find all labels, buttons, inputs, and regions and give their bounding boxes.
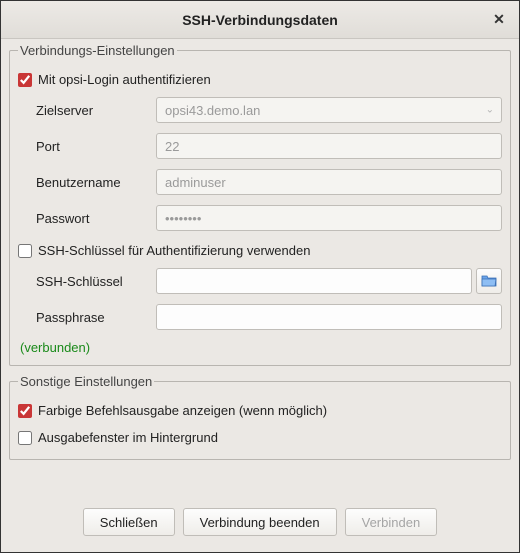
spacer	[9, 468, 511, 502]
password-row: Passwort	[18, 205, 502, 231]
target-server-label: Zielserver	[36, 103, 156, 118]
colored-output-row: Farbige Befehlsausgabe anzeigen (wenn mö…	[18, 403, 502, 418]
connect-button[interactable]: Verbinden	[345, 508, 438, 536]
window-title: SSH-Verbindungsdaten	[182, 12, 338, 28]
port-row: Port	[18, 133, 502, 159]
use-sshkey-row: SSH-Schlüssel für Authentifizierung verw…	[18, 243, 502, 258]
other-settings-group: Sonstige Einstellungen Farbige Befehlsau…	[9, 374, 511, 460]
passphrase-input[interactable]	[156, 304, 502, 330]
other-settings-legend: Sonstige Einstellungen	[18, 374, 154, 389]
sshkey-label: SSH-Schlüssel	[36, 274, 156, 289]
sshkey-input[interactable]	[156, 268, 472, 294]
colored-output-checkbox[interactable]	[18, 404, 32, 418]
opsi-login-label[interactable]: Mit opsi-Login authentifizieren	[38, 72, 211, 87]
close-button[interactable]: Schließen	[83, 508, 175, 536]
close-icon[interactable]: ✕	[489, 10, 509, 30]
dialog-window: SSH-Verbindungsdaten ✕ Verbindungs-Einst…	[0, 0, 520, 553]
passphrase-row: Passphrase	[18, 304, 502, 330]
opsi-login-row: Mit opsi-Login authentifizieren	[18, 72, 502, 87]
background-output-row: Ausgabefenster im Hintergrund	[18, 430, 502, 445]
target-server-select[interactable]: ⌄	[156, 97, 502, 123]
use-sshkey-label[interactable]: SSH-Schlüssel für Authentifizierung verw…	[38, 243, 310, 258]
port-label: Port	[36, 139, 156, 154]
username-row: Benutzername	[18, 169, 502, 195]
connection-status: (verbunden)	[20, 340, 502, 355]
target-server-row: Zielserver ⌄	[18, 97, 502, 123]
connection-settings-group: Verbindungs-Einstellungen Mit opsi-Login…	[9, 43, 511, 366]
colored-output-label[interactable]: Farbige Befehlsausgabe anzeigen (wenn mö…	[38, 403, 327, 418]
titlebar: SSH-Verbindungsdaten ✕	[1, 1, 519, 39]
background-output-checkbox[interactable]	[18, 431, 32, 445]
connection-settings-legend: Verbindungs-Einstellungen	[18, 43, 177, 58]
folder-icon	[481, 274, 497, 288]
disconnect-button[interactable]: Verbindung beenden	[183, 508, 337, 536]
background-output-label[interactable]: Ausgabefenster im Hintergrund	[38, 430, 218, 445]
port-input[interactable]	[156, 133, 502, 159]
use-sshkey-checkbox[interactable]	[18, 244, 32, 258]
browse-sshkey-button[interactable]	[476, 268, 502, 294]
password-input[interactable]	[156, 205, 502, 231]
username-label: Benutzername	[36, 175, 156, 190]
dialog-content: Verbindungs-Einstellungen Mit opsi-Login…	[1, 39, 519, 552]
sshkey-row: SSH-Schlüssel	[18, 268, 502, 294]
password-label: Passwort	[36, 211, 156, 226]
passphrase-label: Passphrase	[36, 310, 156, 325]
target-server-input[interactable]	[156, 97, 502, 123]
button-bar: Schließen Verbindung beenden Verbinden	[9, 502, 511, 544]
username-input[interactable]	[156, 169, 502, 195]
opsi-login-checkbox[interactable]	[18, 73, 32, 87]
